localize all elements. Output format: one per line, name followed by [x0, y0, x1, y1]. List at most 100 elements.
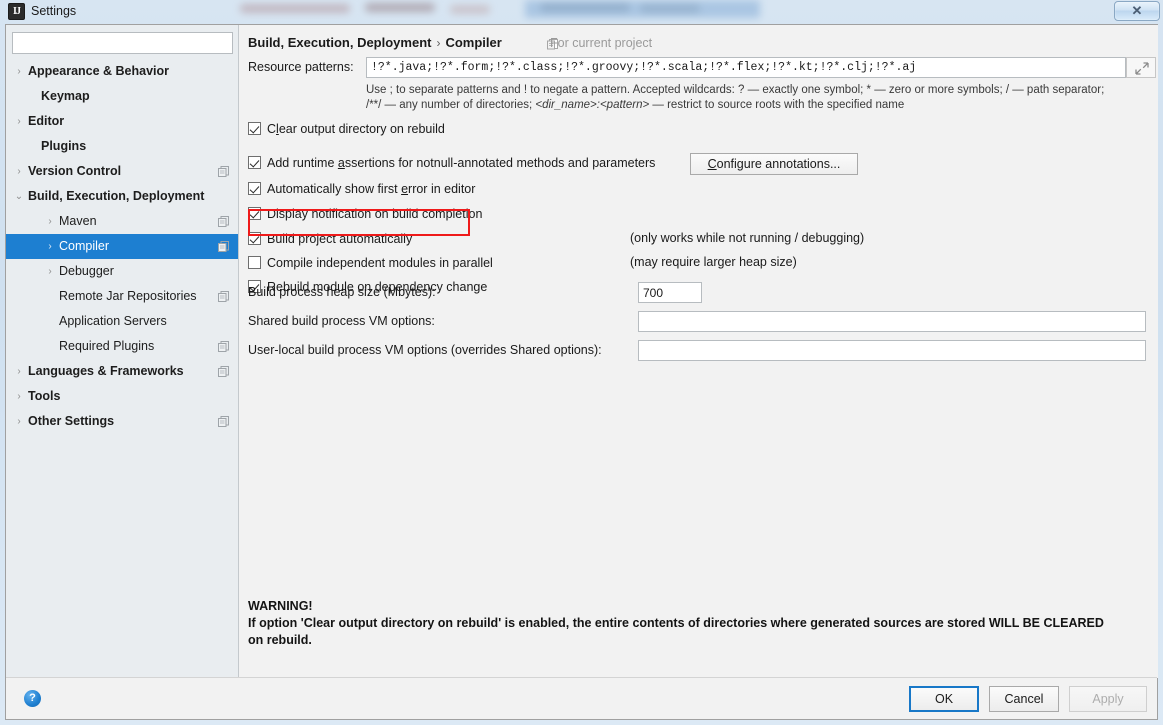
- ok-button[interactable]: OK: [909, 686, 979, 712]
- sidebar-item-version-control[interactable]: › Version Control: [6, 159, 238, 184]
- label-part-2: ssertions for notnull-annotated methods …: [344, 156, 656, 170]
- checkbox-checked-icon[interactable]: [248, 122, 261, 135]
- sidebar-item-label: Debugger: [59, 264, 114, 278]
- checkbox-checked-icon[interactable]: [248, 232, 261, 245]
- checkbox-unchecked-icon[interactable]: [248, 256, 261, 269]
- hint-line-2-italic: <dir_name>:<pattern>: [535, 99, 650, 111]
- sidebar-item-label: Maven: [59, 214, 97, 228]
- checkbox-checked-icon[interactable]: [248, 182, 261, 195]
- window-title: Settings: [31, 4, 77, 18]
- chevron-right-icon[interactable]: ›: [12, 109, 26, 134]
- configure-annotations-label: onfigure annotations...: [716, 157, 841, 171]
- sidebar-item-tools[interactable]: › Tools: [6, 384, 238, 409]
- help-glyph: ?: [29, 692, 36, 704]
- warning-line-1: If option 'Clear output directory on reb…: [248, 616, 1104, 630]
- search-input[interactable]: [12, 32, 233, 54]
- expand-icon[interactable]: [1126, 57, 1156, 78]
- checkbox-label: Build project automatically: [267, 231, 412, 247]
- sidebar-item-application-servers[interactable]: Application Servers: [6, 309, 238, 334]
- sidebar-item-build-execution-deployment[interactable]: ⌄ Build, Execution, Deployment: [6, 184, 238, 209]
- chevron-right-icon[interactable]: ›: [43, 234, 57, 259]
- breadcrumb-root[interactable]: Build, Execution, Deployment: [248, 35, 431, 50]
- chevron-right-icon[interactable]: ›: [12, 409, 26, 434]
- settings-sidebar: › Appearance & Behavior Keymap › Editor Plugi…: [6, 25, 239, 678]
- sidebar-item-remote-jar-repositories[interactable]: Remote Jar Repositories: [6, 284, 238, 309]
- chevron-down-icon[interactable]: ⌄: [12, 184, 26, 209]
- sidebar-item-compiler[interactable]: › Compiler: [6, 234, 238, 259]
- resource-patterns-hint: Use ; to separate patterns and ! to nega…: [366, 83, 1156, 113]
- sidebar-item-label: Application Servers: [59, 314, 167, 328]
- settings-dialog: › Appearance & Behavior Keymap › Editor Plugi…: [5, 24, 1158, 720]
- project-scope-icon: [218, 366, 229, 377]
- shared-vm-options-label: Shared build process VM options:: [248, 314, 435, 328]
- sidebar-item-label: Remote Jar Repositories: [59, 289, 197, 303]
- project-scope-icon: [218, 341, 229, 352]
- settings-content-pane: Build, Execution, Deployment › Compiler Fo…: [240, 25, 1158, 678]
- title-bar: IJ Settings ✕: [0, 0, 1163, 24]
- sidebar-item-label: Version Control: [28, 164, 122, 178]
- heap-size-input[interactable]: [638, 282, 702, 303]
- project-scope-icon: [218, 166, 229, 177]
- label-mnemonic: a: [337, 156, 345, 170]
- sidebar-item-label: Editor: [28, 114, 65, 128]
- sidebar-item-required-plugins[interactable]: Required Plugins: [6, 334, 238, 359]
- sidebar-item-label: Required Plugins: [59, 339, 155, 353]
- sidebar-item-other-settings[interactable]: › Other Settings: [6, 409, 238, 434]
- resource-patterns-input[interactable]: [366, 57, 1126, 78]
- label-part-1: C: [267, 122, 277, 136]
- label-part-2: rror in editor: [408, 182, 476, 196]
- project-scope-icon: [218, 416, 229, 427]
- userlocal-vm-options-input[interactable]: [638, 340, 1146, 361]
- sidebar-item-plugins[interactable]: Plugins: [6, 134, 238, 159]
- label-part-1: Add runtime: [267, 156, 338, 170]
- chevron-right-icon[interactable]: ›: [12, 359, 26, 384]
- checkbox-label: Automatically show first error in editor: [267, 181, 475, 197]
- label-part-1: Build project automatically: [267, 232, 413, 246]
- checkbox-checked-icon[interactable]: [248, 207, 261, 220]
- settings-tree[interactable]: › Appearance & Behavior Keymap › Editor Plugi…: [6, 59, 238, 677]
- search-field-wrapper: [12, 32, 233, 54]
- note-parallel-heap: (may require larger heap size): [630, 255, 797, 269]
- chevron-right-icon[interactable]: ›: [12, 159, 26, 184]
- label-part-1: Compile independent modules in parallel: [267, 256, 493, 270]
- close-icon[interactable]: ✕: [1114, 1, 1160, 21]
- sidebar-item-label: Build, Execution, Deployment: [28, 189, 205, 203]
- cancel-button[interactable]: Cancel: [989, 686, 1059, 712]
- label-part-1: Display notification on build completion: [267, 207, 483, 221]
- heap-size-label: Build process heap size (Mbytes):: [248, 285, 436, 299]
- sidebar-item-label: Languages & Frameworks: [28, 364, 184, 378]
- sidebar-item-appearance-behavior[interactable]: › Appearance & Behavior: [6, 59, 238, 84]
- checkbox-checked-icon[interactable]: [248, 156, 261, 169]
- label-part-1: Automatically show first: [267, 182, 402, 196]
- chevron-right-icon[interactable]: ›: [43, 259, 57, 284]
- settings-window: IJ Settings ✕ › Appearance & Behavior Keym…: [0, 0, 1163, 725]
- breadcrumb-separator: ›: [436, 36, 441, 50]
- sidebar-item-debugger[interactable]: › Debugger: [6, 259, 238, 284]
- chevron-right-icon[interactable]: ›: [12, 384, 26, 409]
- app-icon-glyph: IJ: [13, 6, 21, 17]
- sidebar-item-keymap[interactable]: Keymap: [6, 84, 238, 109]
- scope-note: For current project: [550, 36, 653, 50]
- checkbox-label: Compile independent modules in parallel: [267, 255, 493, 271]
- dialog-button-bar: ? OK Cancel Apply: [6, 677, 1157, 719]
- sidebar-item-label: Tools: [28, 389, 61, 403]
- sidebar-item-label: Compiler: [59, 239, 110, 253]
- checkbox-label: Clear output directory on rebuild: [267, 121, 445, 137]
- hint-line-2-suffix: — restrict to source roots with the spec…: [649, 99, 905, 111]
- sidebar-item-maven[interactable]: › Maven: [6, 209, 238, 234]
- apply-button: Apply: [1069, 686, 1147, 712]
- shared-vm-options-input[interactable]: [638, 311, 1146, 332]
- sidebar-item-editor[interactable]: › Editor: [6, 109, 238, 134]
- warning-line-2: on rebuild.: [248, 633, 312, 647]
- intellij-idea-icon: IJ: [8, 3, 25, 20]
- chevron-right-icon[interactable]: ›: [12, 59, 26, 84]
- warning-text: WARNING! If option 'Clear output directo…: [248, 598, 1148, 649]
- chevron-right-icon[interactable]: ›: [43, 209, 57, 234]
- help-icon[interactable]: ?: [24, 690, 41, 707]
- sidebar-item-languages-frameworks[interactable]: › Languages & Frameworks: [6, 359, 238, 384]
- configure-annotations-button[interactable]: Configure annotations...: [690, 153, 858, 175]
- blurred-background-windows: [240, 0, 840, 22]
- hint-line-1: Use ; to separate patterns and ! to nega…: [366, 84, 1105, 96]
- sidebar-item-label: Other Settings: [28, 414, 115, 428]
- close-glyph: ✕: [1131, 3, 1143, 18]
